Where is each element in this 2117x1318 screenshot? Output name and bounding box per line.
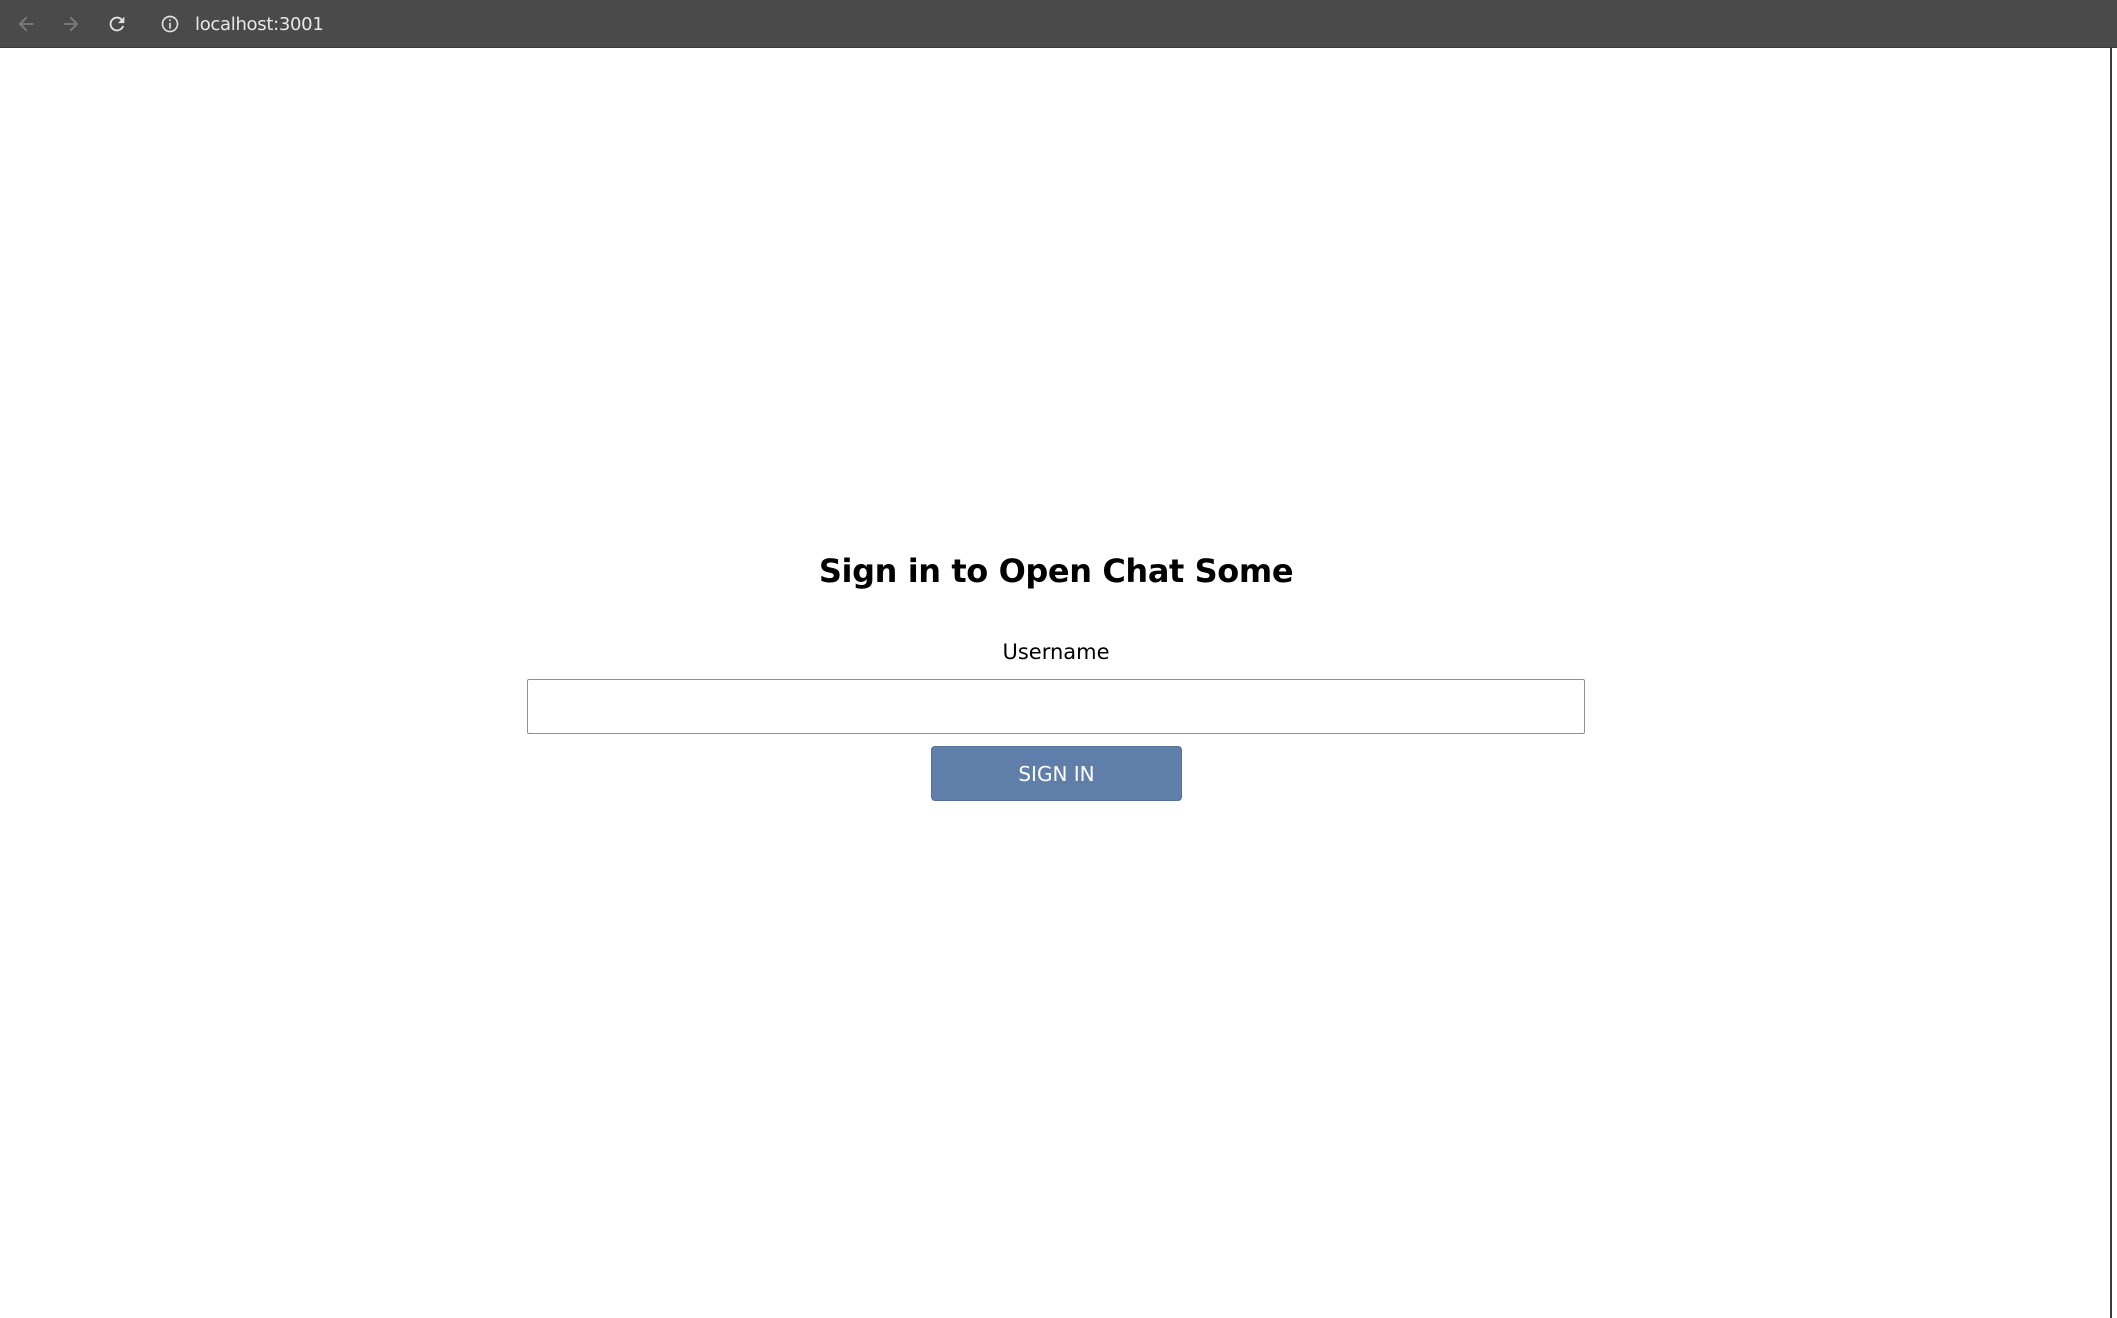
username-label: Username: [1002, 640, 1110, 664]
back-button[interactable]: [7, 5, 45, 43]
signin-form: Sign in to Open Chat Some Username SIGN …: [0, 48, 2110, 1318]
url-text: localhost:3001: [195, 13, 324, 35]
arrow-left-icon: [18, 16, 34, 32]
sign-in-button[interactable]: SIGN IN: [931, 746, 1182, 801]
window-edge: [2110, 48, 2117, 1318]
info-icon: [161, 15, 179, 33]
reload-button[interactable]: [98, 5, 136, 43]
page-content: Sign in to Open Chat Some Username SIGN …: [0, 48, 2110, 1318]
forward-button[interactable]: [52, 5, 90, 43]
browser-toolbar: localhost:3001: [0, 0, 2117, 48]
reload-icon: [109, 16, 125, 32]
site-info-button[interactable]: [150, 4, 190, 44]
arrow-right-icon: [63, 16, 79, 32]
address-bar[interactable]: localhost:3001: [150, 4, 450, 44]
username-input[interactable]: [527, 679, 1585, 734]
page-title: Sign in to Open Chat Some: [818, 552, 1294, 590]
